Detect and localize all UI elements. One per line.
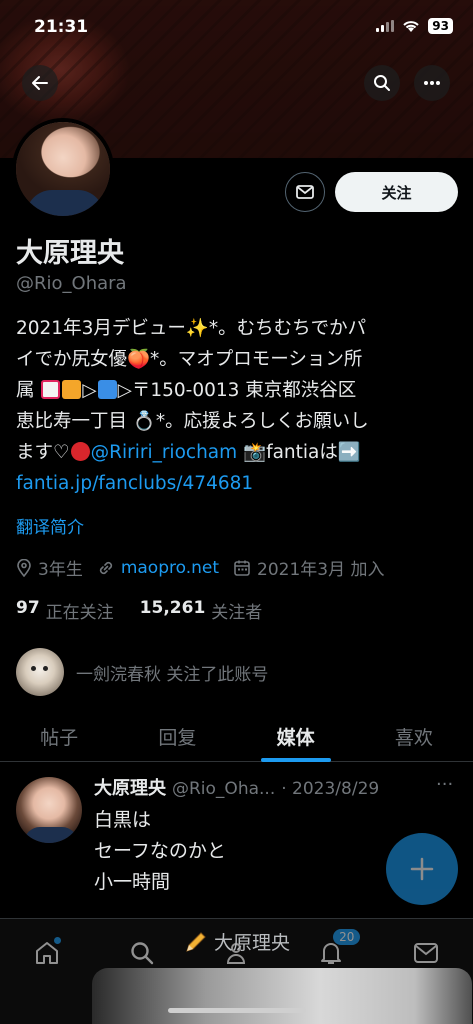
nav-notifications[interactable]: 20 [311, 929, 361, 973]
followers-label[interactable]: 关注者 [211, 598, 262, 623]
back-button[interactable] [22, 65, 58, 101]
search-button[interactable] [364, 65, 400, 101]
home-indicator [168, 1008, 306, 1013]
nav-home[interactable] [27, 933, 67, 973]
followed-by-row[interactable]: 一劍浣春秋 关注了此账号 [16, 648, 268, 696]
tab-media[interactable]: 媒体 [237, 712, 355, 761]
signal-icon [376, 20, 395, 32]
bio-line: 恵比寿一丁目 💍*。応援よろしくお願いし [16, 411, 369, 432]
post-text[interactable]: 白黒は セーフなのかと 小一時間 [94, 805, 226, 898]
following-count[interactable]: 97 [16, 598, 40, 623]
follower-avatar [16, 648, 64, 696]
nav-search[interactable] [122, 933, 162, 973]
media-preview-image[interactable] [92, 968, 472, 1024]
post-author-name[interactable]: 大原理央 [94, 774, 166, 800]
post-header: 大原理央 @Rio_Oha... · 2023/8/29 [94, 774, 379, 800]
bio-line: fantia.jp/fanclubs/474681 [16, 468, 456, 499]
compose-button[interactable] [386, 833, 458, 905]
followed-by-text: 一劍浣春秋 关注了此账号 [76, 664, 269, 685]
love-letter-icon [41, 380, 61, 399]
user-handle: @Rio_Ohara [16, 273, 127, 294]
translate-bio-link[interactable]: 翻译简介 [16, 513, 84, 538]
draft-indicator[interactable]: 大原理央 [184, 928, 290, 955]
website-item[interactable]: maopro.net [97, 558, 219, 578]
nav-messages[interactable] [406, 933, 446, 973]
profile-avatar[interactable] [12, 118, 114, 220]
bio-line: ます♡ @Ririri_riocham 📸fantiaは➡️ [16, 442, 361, 463]
calendar-icon [234, 560, 250, 576]
plus-icon [410, 857, 434, 881]
search-icon [131, 942, 154, 965]
post-author-handle: @Rio_Oha... [172, 779, 276, 799]
location-item: 3年生 [16, 555, 83, 580]
mention-link[interactable]: @Ririri_riocham [91, 442, 238, 463]
following-label[interactable]: 正在关注 [46, 598, 114, 623]
mail-icon [296, 185, 314, 199]
tab-likes[interactable]: 喜欢 [355, 712, 473, 761]
joined-item: 2021年3月 加入 [233, 555, 385, 580]
display-name: 大原理央 [16, 238, 124, 269]
tab-replies[interactable]: 回复 [118, 712, 236, 761]
notification-badge: 20 [333, 929, 361, 945]
status-icons: 93 [376, 18, 453, 34]
profile-bio: 2021年3月デビュー✨*。むちむちでかパ イでか尻女優🍑*。マオプロモーション… [16, 313, 456, 499]
battery-indicator: 93 [428, 18, 453, 34]
fantia-link[interactable]: fantia.jp/fanclubs/474681 [16, 473, 253, 494]
post-line: セーフなのかと [94, 840, 226, 862]
bio-line: 属 ▷ ▷〒150-0013 東京都渋谷区 [16, 380, 357, 401]
message-button[interactable] [285, 172, 325, 212]
profile-meta: 3年生 maopro.net 2021年3月 加入 [16, 555, 399, 580]
profile-tabs: 帖子 回复 媒体 喜欢 [0, 712, 473, 762]
search-icon [374, 75, 390, 91]
post-line: 白黒は [94, 809, 152, 831]
post-more-icon[interactable]: ··· [436, 774, 453, 795]
status-bar: 21:31 93 [0, 0, 473, 54]
pencil-icon [186, 931, 206, 952]
messages-icon [413, 943, 438, 963]
bio-line: 2021年3月デビュー✨*。むちむちでかパ [16, 318, 367, 339]
arrow-left-icon [32, 76, 48, 90]
tab-posts[interactable]: 帖子 [0, 712, 118, 761]
follow-counts: 97 正在关注 15,261 关注者 [16, 598, 262, 623]
more-horizontal-icon [424, 81, 440, 85]
post-date: · 2023/8/29 [281, 779, 380, 799]
post-line: 小一時間 [94, 871, 171, 893]
status-time: 21:31 [34, 17, 89, 37]
secret-icon [70, 442, 90, 461]
link-icon [99, 561, 112, 574]
follow-button[interactable]: 关注 [335, 172, 458, 212]
bio-line: イでか尻女優🍑*。マオプロモーション所 [16, 349, 363, 370]
wifi-icon [403, 21, 419, 32]
gift-icon [62, 380, 82, 399]
play-button-icon [97, 380, 117, 399]
location-pin-icon [17, 558, 31, 577]
more-button[interactable] [414, 65, 450, 101]
website-link[interactable]: maopro.net [121, 558, 219, 578]
post-avatar[interactable] [16, 777, 82, 843]
followers-count[interactable]: 15,261 [140, 598, 206, 623]
